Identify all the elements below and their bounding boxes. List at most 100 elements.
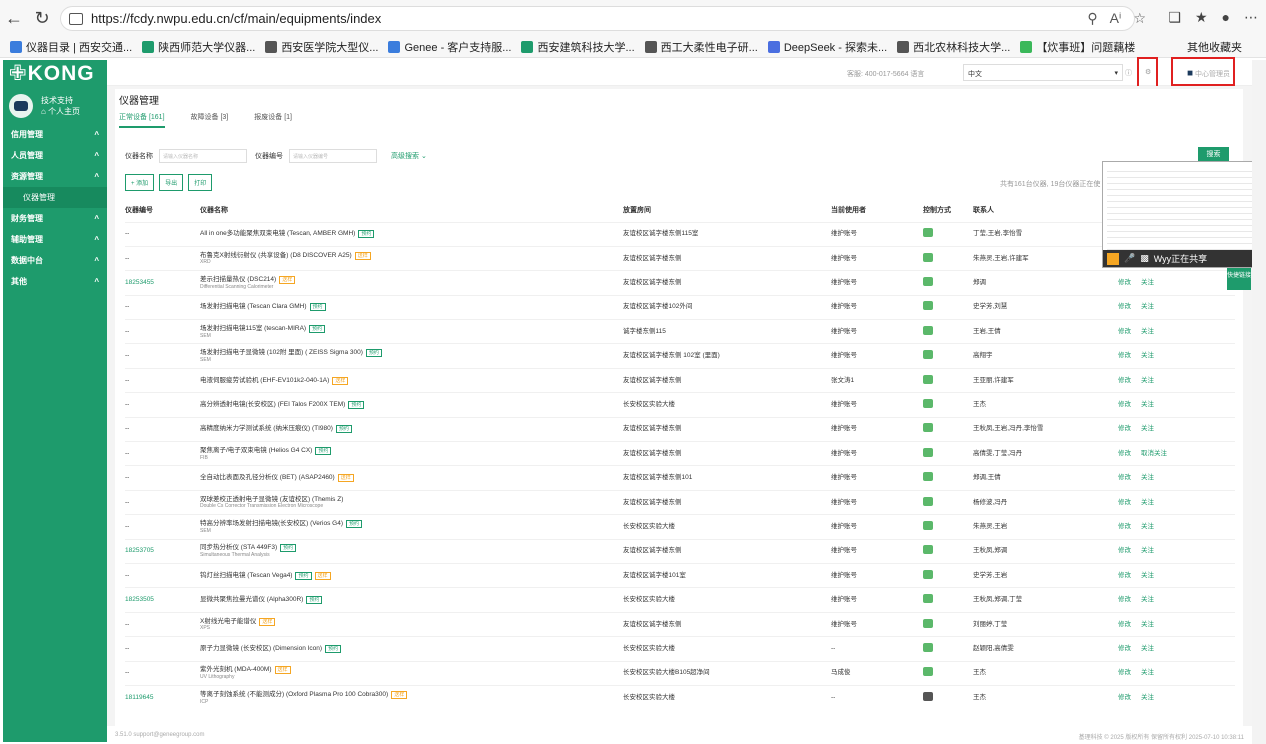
edit-link[interactable]: 修改 (1118, 547, 1131, 554)
advanced-search-link[interactable]: 高级搜索 ⌄ (391, 151, 427, 161)
follow-link[interactable]: 关注 (1141, 645, 1154, 652)
action-button[interactable]: + 添加 (125, 174, 155, 191)
back-icon[interactable]: ← (0, 8, 28, 29)
equipment-name[interactable]: 差示扫描量热仪 (DSC214) 送样 Differential Scanning … (200, 270, 623, 296)
equipment-name[interactable]: 特高分辨率场发射扫描电镜(长安校区) (Verios G4) 预约 SEM (200, 514, 623, 540)
code-input[interactable]: 请输入仪器编号 (289, 149, 377, 163)
bookmark-item[interactable]: 西安医学院大型仪... (265, 39, 378, 55)
sidebar-item[interactable]: 其他 ^ (3, 271, 107, 292)
edit-link[interactable]: 修改 (1118, 377, 1131, 384)
equipment-name[interactable]: 场发射扫描电镜115室 (tescan-MIRA) 预约 SEM (200, 319, 623, 344)
follow-link[interactable]: 关注 (1141, 474, 1154, 481)
bookmark-item[interactable]: 西安建筑科技大学... (521, 39, 635, 55)
sidebar-item[interactable]: 数据中台 ^ (3, 250, 107, 271)
follow-link[interactable]: 关注 (1141, 669, 1154, 676)
zoom-icon[interactable]: ⚲ (1087, 10, 1097, 27)
follow-link[interactable]: 关注 (1141, 279, 1154, 286)
address-bar[interactable]: https://fcdy.nwpu.edu.cn/cf/main/equipme… (60, 6, 1135, 31)
edit-link[interactable]: 修改 (1118, 572, 1131, 579)
follow-link[interactable]: 关注 (1141, 694, 1154, 701)
user-home-link[interactable]: ⌂ 个人主页 (41, 106, 80, 117)
follow-link[interactable]: 关注 (1141, 303, 1154, 310)
more-icon[interactable]: ⋯ (1244, 9, 1258, 26)
follow-link[interactable]: 关注 (1141, 523, 1154, 530)
edit-link[interactable]: 修改 (1118, 450, 1131, 457)
profile-icon[interactable]: ● (1222, 9, 1230, 26)
follow-link[interactable]: 关注 (1141, 572, 1154, 579)
edit-link[interactable]: 修改 (1118, 523, 1131, 530)
sidebar-item[interactable]: 财务管理 ^ (3, 208, 107, 229)
equipment-name[interactable]: All in one多功能聚焦双束电镜 (Tescan, AMBER GMH) 预… (200, 221, 623, 247)
edit-link[interactable]: 修改 (1118, 694, 1131, 701)
edit-link[interactable]: 修改 (1118, 401, 1131, 408)
edit-link[interactable]: 修改 (1118, 303, 1131, 310)
follow-link[interactable]: 关注 (1141, 499, 1154, 506)
tab-1[interactable]: 故障设备 [3] (191, 112, 229, 128)
sidebar-item[interactable]: 资源管理 ^ (3, 166, 107, 187)
favorites-icon[interactable]: ★ (1195, 9, 1208, 26)
equipment-name[interactable]: 布鲁克X射线衍射仪 (共享设备) (D8 DISCOVER A25) 送样 XRD (200, 245, 623, 271)
edit-link[interactable]: 修改 (1118, 474, 1131, 481)
quick-links-button[interactable]: 快捷链接 (1227, 268, 1251, 290)
sidebar-item[interactable]: 辅助管理 ^ (3, 229, 107, 250)
mic-icon[interactable]: 🎤 (1124, 253, 1135, 264)
tab-2[interactable]: 报废设备 [1] (254, 112, 292, 128)
equipment-name[interactable]: 等离子刻蚀系统 (不能测成分) (Oxford Plasma Pro 100 C… (200, 684, 623, 710)
follow-link[interactable]: 关注 (1141, 328, 1154, 335)
follow-link[interactable]: 关注 (1141, 401, 1154, 408)
equipment-name[interactable]: 全自动比表面及孔径分析仪 (BET) (ASAP2460) 送样 (200, 465, 623, 491)
edit-link[interactable]: 修改 (1118, 645, 1131, 652)
bookmark-other-folder[interactable]: 其他收藏夹 (1187, 39, 1242, 55)
equipment-name[interactable]: 高精度纳米力学测试系统 (纳米压痕仪) (TI980) 预约 (200, 416, 623, 442)
bookmark-item[interactable]: 陕西师范大学仪器... (142, 39, 255, 55)
edit-link[interactable]: 修改 (1118, 425, 1131, 432)
edit-link[interactable]: 修改 (1118, 279, 1131, 286)
follow-link[interactable]: 关注 (1141, 377, 1154, 384)
sidebar-item[interactable]: 人员管理 ^ (3, 145, 107, 166)
extensions-icon[interactable]: ❑ (1168, 9, 1181, 26)
action-button[interactable]: 导出 (159, 174, 184, 191)
equipment-name[interactable]: 原子力显微镜 (长安校区) (Dimension Icon) 预约 (200, 636, 623, 662)
screen-share-preview[interactable]: 🎤 ▩ Wyy正在共享 (1102, 161, 1266, 268)
equipment-name[interactable]: 同步热分析仪 (STA 449F3) 预约 Simultaneous Thermal… (200, 538, 623, 564)
equipment-name[interactable]: 场发射扫描电子显微镜 (102附 里面) ( ZEISS Sigma 300) 预… (200, 343, 623, 369)
action-button[interactable]: 打印 (188, 174, 213, 191)
sidebar-item[interactable]: 信用管理 ^ (3, 124, 107, 145)
equipment-name[interactable]: 聚焦离子/电子双束电镜 (Helios G4 CX) 预约 FIB (200, 441, 623, 466)
edit-link[interactable]: 修改 (1118, 669, 1131, 676)
edit-link[interactable]: 修改 (1118, 328, 1131, 335)
follow-link[interactable]: 关注 (1141, 621, 1154, 628)
bookmark-item[interactable]: 西工大柔性电子研... (644, 39, 758, 55)
info-icon[interactable]: ⓘ (1125, 68, 1132, 78)
edit-link[interactable]: 修改 (1118, 499, 1131, 506)
bookmark-item[interactable]: 【炊事班】问题藕楼 (1020, 39, 1135, 55)
follow-link[interactable]: 关注 (1141, 547, 1154, 554)
follow-link[interactable]: 取消关注 (1141, 450, 1167, 457)
equipment-name[interactable]: 高分辨透射电镜(长安校区) (FEI Talos F200X TEM) 预约 (200, 392, 623, 418)
follow-link[interactable]: 关注 (1141, 352, 1154, 359)
follow-link[interactable]: 关注 (1141, 425, 1154, 432)
equipment-name[interactable]: 双球差校正透射电子显微镜 (友谊校区) (Themis Z) Double Cs … (200, 489, 623, 515)
name-input[interactable]: 请输入仪器名称 (159, 149, 247, 163)
equipment-name[interactable]: 显微共聚焦拉曼光谱仪 (Alpha300R) 预约 (200, 587, 623, 613)
language-select[interactable]: 中文 ▾ (963, 64, 1123, 81)
edit-link[interactable]: 修改 (1118, 352, 1131, 359)
equipment-name[interactable]: 电液伺服疲劳试验机 (EHF-EV101k2-040-1A) 送样 (200, 367, 623, 393)
equipment-name[interactable]: 紫外光刻机 (MDA-400M) 送样 UV Lithography (200, 660, 623, 686)
edit-link[interactable]: 修改 (1118, 621, 1131, 628)
equipment-name[interactable]: 场发射扫描电镜 (Tescan Clara GMH) 预约 (200, 294, 623, 320)
bookmark-item[interactable]: 仪器目录 | 西安交通... (10, 39, 132, 55)
bookmark-item[interactable]: DeepSeek - 探索未... (767, 39, 887, 55)
chat-icon[interactable]: ▩ (1140, 253, 1149, 264)
edit-link[interactable]: 修改 (1118, 596, 1131, 603)
bookmark-item[interactable]: Genee - 客户支持服... (388, 39, 511, 55)
read-aloud-icon[interactable]: Aⁱ (1110, 10, 1122, 27)
user-profile[interactable]: 技术支持 ⌂ 个人主页 (3, 88, 107, 124)
favorite-star-icon[interactable]: ☆ (1133, 10, 1146, 27)
equipment-name[interactable]: X射线光电子能谱仪 送样 XPS (200, 611, 623, 637)
equipment-name[interactable]: 钨灯丝扫描电镜 (Tescan Vega4) 预约 送样 (200, 562, 623, 588)
bookmark-item[interactable]: 西北农林科技大学... (897, 39, 1010, 55)
follow-link[interactable]: 关注 (1141, 596, 1154, 603)
sidebar-item[interactable]: 仪器管理 (3, 187, 107, 208)
reload-icon[interactable]: ↻ (28, 8, 56, 29)
